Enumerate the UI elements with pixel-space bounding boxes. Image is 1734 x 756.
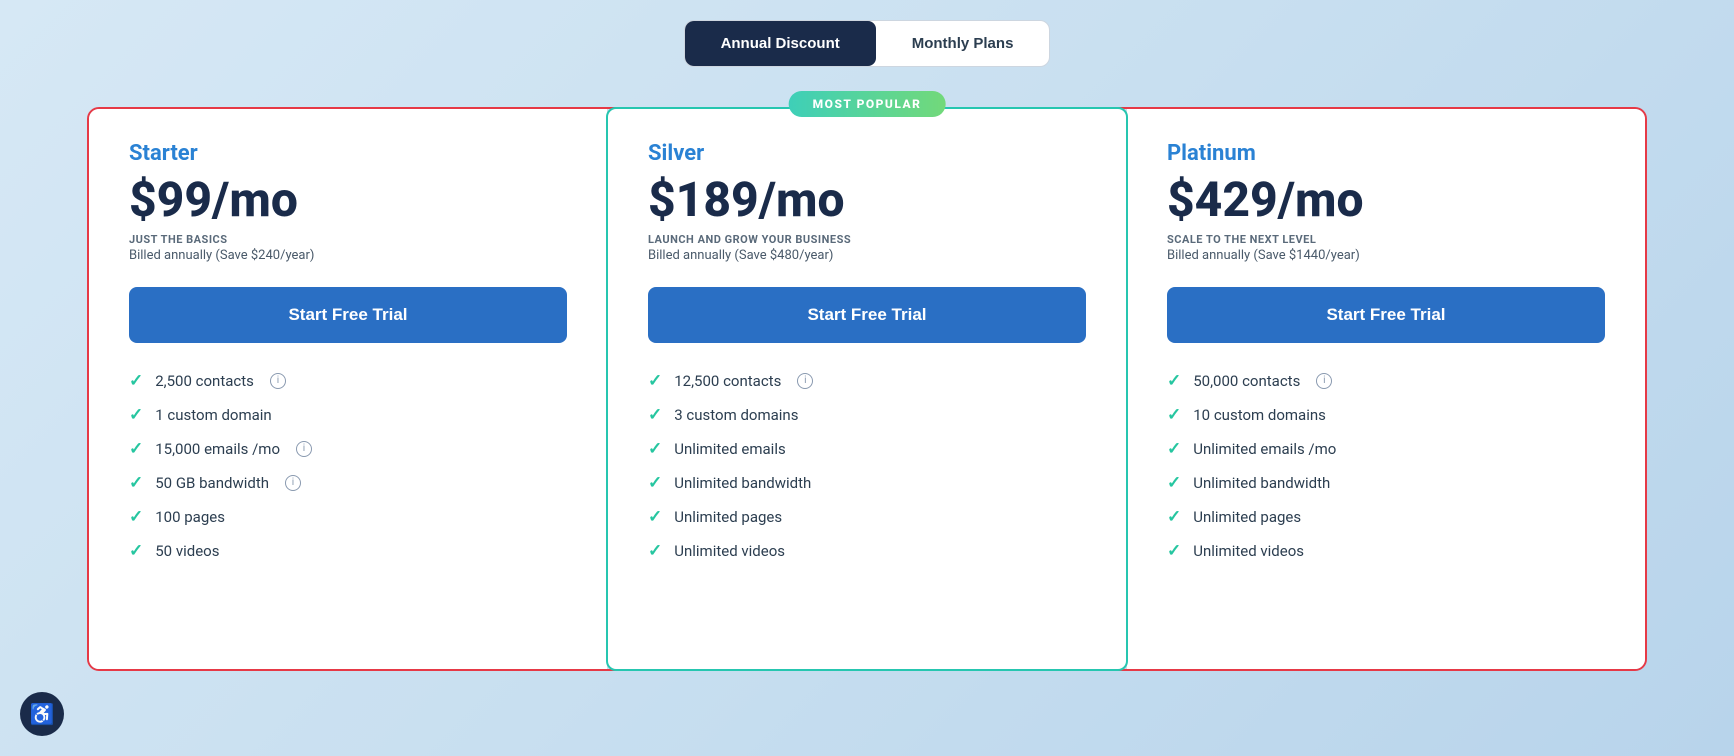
check-icon: ✓ <box>648 439 662 459</box>
platinum-plan-name: Platinum <box>1167 141 1605 166</box>
check-icon: ✓ <box>648 371 662 391</box>
monthly-plans-tab[interactable]: Monthly Plans <box>876 21 1050 66</box>
starter-features-list: ✓ 2,500 contacts i ✓ 1 custom domain ✓ 1… <box>129 371 567 561</box>
check-icon: ✓ <box>1167 405 1181 425</box>
check-icon: ✓ <box>1167 439 1181 459</box>
check-icon: ✓ <box>129 507 143 527</box>
check-icon: ✓ <box>648 405 662 425</box>
feature-text: Unlimited videos <box>674 542 785 560</box>
check-icon: ✓ <box>1167 473 1181 493</box>
feature-text: 3 custom domains <box>674 406 798 424</box>
billing-toggle[interactable]: Annual Discount Monthly Plans <box>684 20 1051 67</box>
feature-text: 1 custom domain <box>155 406 271 424</box>
check-icon: ✓ <box>1167 541 1181 561</box>
platinum-plan-billing: Billed annually (Save $1440/year) <box>1167 248 1605 263</box>
platinum-plan-price: $429/mo <box>1167 174 1605 227</box>
feature-text: Unlimited videos <box>1193 542 1304 560</box>
info-icon[interactable]: i <box>1316 373 1332 389</box>
check-icon: ✓ <box>129 405 143 425</box>
feature-text: Unlimited emails <box>674 440 785 458</box>
pricing-plans-container: Starter $99/mo JUST THE BASICS Billed an… <box>87 107 1647 671</box>
info-icon[interactable]: i <box>285 475 301 491</box>
silver-plan-card: MOST POPULAR Silver $189/mo LAUNCH AND G… <box>606 107 1128 671</box>
list-item: ✓ 50 GB bandwidth i <box>129 473 567 493</box>
list-item: ✓ 15,000 emails /mo i <box>129 439 567 459</box>
list-item: ✓ Unlimited bandwidth <box>1167 473 1605 493</box>
feature-text: Unlimited pages <box>1193 508 1301 526</box>
list-item: ✓ Unlimited emails /mo <box>1167 439 1605 459</box>
feature-text: 15,000 emails /mo <box>155 440 280 458</box>
starter-plan-billing: Billed annually (Save $240/year) <box>129 248 567 263</box>
check-icon: ✓ <box>1167 371 1181 391</box>
list-item: ✓ Unlimited pages <box>648 507 1086 527</box>
info-icon[interactable]: i <box>296 441 312 457</box>
list-item: ✓ Unlimited bandwidth <box>648 473 1086 493</box>
list-item: ✓ Unlimited videos <box>648 541 1086 561</box>
feature-text: 50 videos <box>155 542 219 560</box>
silver-trial-button[interactable]: Start Free Trial <box>648 287 1086 343</box>
feature-text: 50,000 contacts <box>1193 372 1300 390</box>
feature-text: Unlimited bandwidth <box>1193 474 1330 492</box>
list-item: ✓ 2,500 contacts i <box>129 371 567 391</box>
feature-text: 50 GB bandwidth <box>155 474 269 492</box>
annual-discount-tab[interactable]: Annual Discount <box>685 21 876 66</box>
silver-features-list: ✓ 12,500 contacts i ✓ 3 custom domains ✓… <box>648 371 1086 561</box>
check-icon: ✓ <box>129 541 143 561</box>
list-item: ✓ 50 videos <box>129 541 567 561</box>
info-icon[interactable]: i <box>270 373 286 389</box>
feature-text: Unlimited emails /mo <box>1193 440 1336 458</box>
accessibility-icon: ♿ <box>30 702 55 727</box>
check-icon: ✓ <box>129 473 143 493</box>
list-item: ✓ 50,000 contacts i <box>1167 371 1605 391</box>
silver-plan-name: Silver <box>648 141 1086 166</box>
feature-text: 12,500 contacts <box>674 372 781 390</box>
info-icon[interactable]: i <box>797 373 813 389</box>
platinum-features-list: ✓ 50,000 contacts i ✓ 10 custom domains … <box>1167 371 1605 561</box>
list-item: ✓ 10 custom domains <box>1167 405 1605 425</box>
list-item: ✓ Unlimited emails <box>648 439 1086 459</box>
check-icon: ✓ <box>129 439 143 459</box>
list-item: ✓ Unlimited videos <box>1167 541 1605 561</box>
starter-plan-name: Starter <box>129 141 567 166</box>
feature-text: 100 pages <box>155 508 225 526</box>
starter-plan-tagline: JUST THE BASICS <box>129 233 567 246</box>
check-icon: ✓ <box>648 541 662 561</box>
check-icon: ✓ <box>648 507 662 527</box>
feature-text: Unlimited bandwidth <box>674 474 811 492</box>
platinum-plan-card: Platinum $429/mo SCALE TO THE NEXT LEVEL… <box>1127 109 1645 669</box>
list-item: ✓ 1 custom domain <box>129 405 567 425</box>
platinum-plan-tagline: SCALE TO THE NEXT LEVEL <box>1167 233 1605 246</box>
list-item: ✓ 3 custom domains <box>648 405 1086 425</box>
most-popular-badge: MOST POPULAR <box>789 91 946 117</box>
platinum-trial-button[interactable]: Start Free Trial <box>1167 287 1605 343</box>
silver-plan-price: $189/mo <box>648 174 1086 227</box>
accessibility-button[interactable]: ♿ <box>20 692 64 736</box>
silver-plan-billing: Billed annually (Save $480/year) <box>648 248 1086 263</box>
check-icon: ✓ <box>129 371 143 391</box>
list-item: ✓ 12,500 contacts i <box>648 371 1086 391</box>
feature-text: 2,500 contacts <box>155 372 254 390</box>
feature-text: 10 custom domains <box>1193 406 1326 424</box>
list-item: ✓ Unlimited pages <box>1167 507 1605 527</box>
starter-plan-price: $99/mo <box>129 174 567 227</box>
starter-trial-button[interactable]: Start Free Trial <box>129 287 567 343</box>
list-item: ✓ 100 pages <box>129 507 567 527</box>
check-icon: ✓ <box>648 473 662 493</box>
starter-plan-card: Starter $99/mo JUST THE BASICS Billed an… <box>89 109 607 669</box>
silver-plan-tagline: LAUNCH AND GROW YOUR BUSINESS <box>648 233 1086 246</box>
check-icon: ✓ <box>1167 507 1181 527</box>
feature-text: Unlimited pages <box>674 508 782 526</box>
